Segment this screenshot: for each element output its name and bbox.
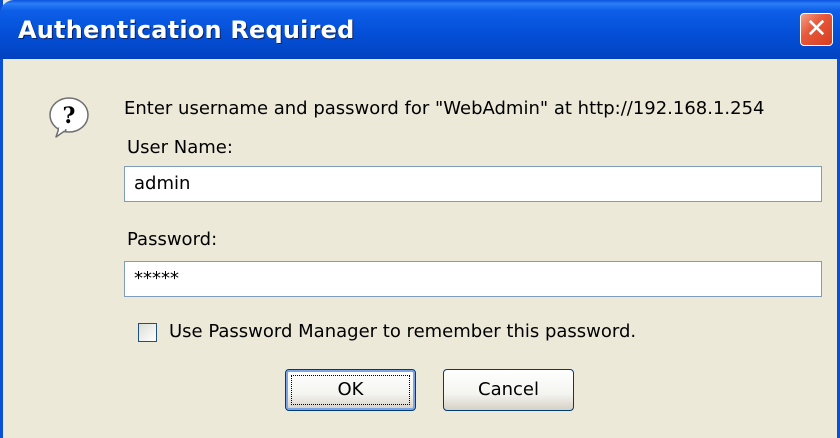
username-field[interactable]: admin [124,166,822,202]
username-label: User Name: [127,137,233,158]
cancel-button-label: Cancel [478,379,539,400]
ok-button-label: OK [337,379,364,400]
dialog-title: Authentication Required [18,16,355,44]
password-label: Password: [127,229,218,250]
ok-button[interactable]: OK [285,369,416,411]
title-bar[interactable]: Authentication Required ✕ [0,0,840,59]
remember-password-label[interactable]: Use Password Manager to remember this pa… [169,321,636,342]
svg-text:?: ? [63,103,76,129]
password-field[interactable]: ***** [124,261,822,297]
question-icon: ? [49,97,89,138]
auth-dialog: Authentication Required ✕ ? Enter userna… [0,0,840,438]
remember-password-checkbox[interactable] [138,323,157,342]
cancel-button[interactable]: Cancel [443,369,574,411]
close-icon: ✕ [805,14,828,44]
close-button[interactable]: ✕ [800,13,833,46]
prompt-text: Enter username and password for "WebAdmi… [124,98,765,119]
